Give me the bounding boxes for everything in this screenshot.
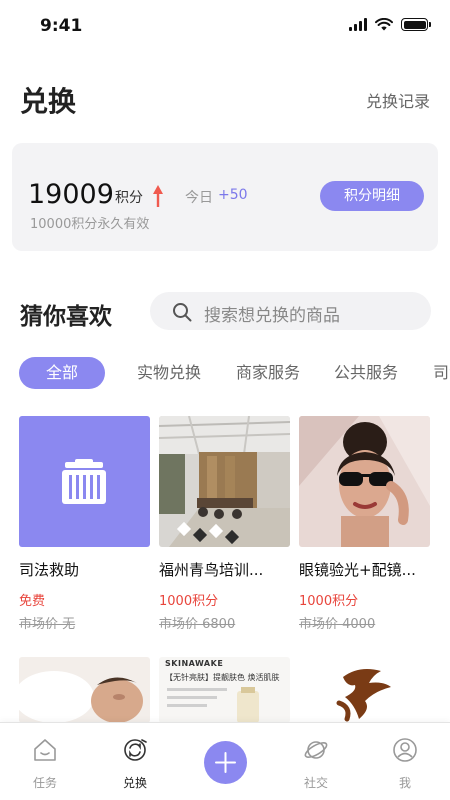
- product-image: [299, 657, 430, 723]
- planet-icon: [304, 741, 328, 759]
- search-placeholder: 搜索想兑换的商品: [204, 306, 340, 326]
- up-arrow-icon: [153, 185, 163, 207]
- product-price: 1000积分: [159, 594, 219, 609]
- signal-icon: [349, 18, 367, 31]
- points-value: 19009: [28, 179, 114, 210]
- product-market-price: 市场价 无: [19, 617, 76, 632]
- tab-judicial[interactable]: 司法: [433, 357, 450, 389]
- search-input[interactable]: 搜索想兑换的商品: [150, 292, 431, 330]
- recommend-title: 猜你喜欢: [20, 304, 112, 330]
- tab-physical[interactable]: 实物兑换: [137, 357, 201, 389]
- search-icon: [173, 303, 192, 322]
- nav-label: 我: [398, 776, 411, 790]
- today-points-value: +50: [218, 187, 248, 203]
- points-detail-button[interactable]: 积分明细: [320, 181, 424, 211]
- battery-icon: [401, 18, 431, 31]
- exchange-history-link[interactable]: 兑换记录: [366, 88, 430, 112]
- product-price: 1000积分: [299, 594, 359, 609]
- product-market-price: 市场价 6800: [159, 617, 236, 632]
- user-icon: [393, 738, 417, 762]
- points-card: 19009 积分 今日 +50 10000积分永久有效 积分明细: [12, 143, 438, 251]
- sunglasses-photo: [299, 416, 430, 547]
- home-icon: [34, 739, 56, 761]
- wifi-icon: [375, 18, 393, 31]
- tab-all[interactable]: 全部: [19, 357, 105, 389]
- product-name: 司法救助: [19, 561, 80, 579]
- product-image: [19, 657, 150, 723]
- nav-label: 社交: [303, 776, 328, 790]
- nav-label: 兑换: [122, 776, 147, 790]
- product-card[interactable]: [19, 657, 150, 723]
- status-bar: 9:41: [0, 0, 450, 50]
- product-image: SKINAWAKE 【无针亮肤】提靓肤色 焕活肌肤: [159, 657, 290, 723]
- plus-icon: [215, 752, 236, 773]
- today-label: 今日: [185, 190, 213, 206]
- tab-merchant[interactable]: 商家服务: [236, 357, 300, 389]
- product-card[interactable]: 司法救助 免费 市场价 无: [19, 416, 150, 632]
- bottom-nav: 任务 兑换 社交 我: [0, 722, 450, 800]
- product-image: [19, 416, 150, 547]
- points-unit: 积分: [115, 190, 143, 206]
- status-time: 9:41: [40, 16, 83, 36]
- product-card[interactable]: [299, 657, 430, 723]
- page-title: 兑换: [20, 85, 77, 118]
- sleeping-man-photo: [19, 657, 150, 723]
- product-market-price: 市场价 4000: [299, 617, 376, 632]
- product-price: 免费: [19, 594, 46, 609]
- points-validity: 10000积分永久有效: [30, 217, 150, 232]
- exchange-icon: [124, 739, 147, 761]
- category-tabs: 全部 实物兑换 商家服务 公共服务 司法: [0, 357, 450, 391]
- add-button[interactable]: [204, 741, 247, 784]
- briefcase-icon: [62, 459, 106, 504]
- product-card[interactable]: 眼镜验光+配镜... 1000积分 市场价 4000: [299, 416, 430, 632]
- product-name: 福州青鸟培训...: [159, 561, 264, 579]
- product-image: [159, 416, 290, 547]
- nav-label: 任务: [32, 776, 57, 790]
- tab-public[interactable]: 公共服务: [334, 357, 398, 389]
- calligraphy-photo: [336, 669, 391, 722]
- product-image: [299, 416, 430, 547]
- product-card[interactable]: 福州青鸟培训... 1000积分 市场价 6800: [159, 416, 290, 632]
- skincare-ad-photo: [167, 687, 259, 723]
- status-icons: [349, 18, 431, 31]
- office-photo: [159, 416, 290, 547]
- product-name: 眼镜验光+配镜...: [299, 561, 416, 579]
- product-card[interactable]: SKINAWAKE 【无针亮肤】提靓肤色 焕活肌肤: [159, 657, 290, 723]
